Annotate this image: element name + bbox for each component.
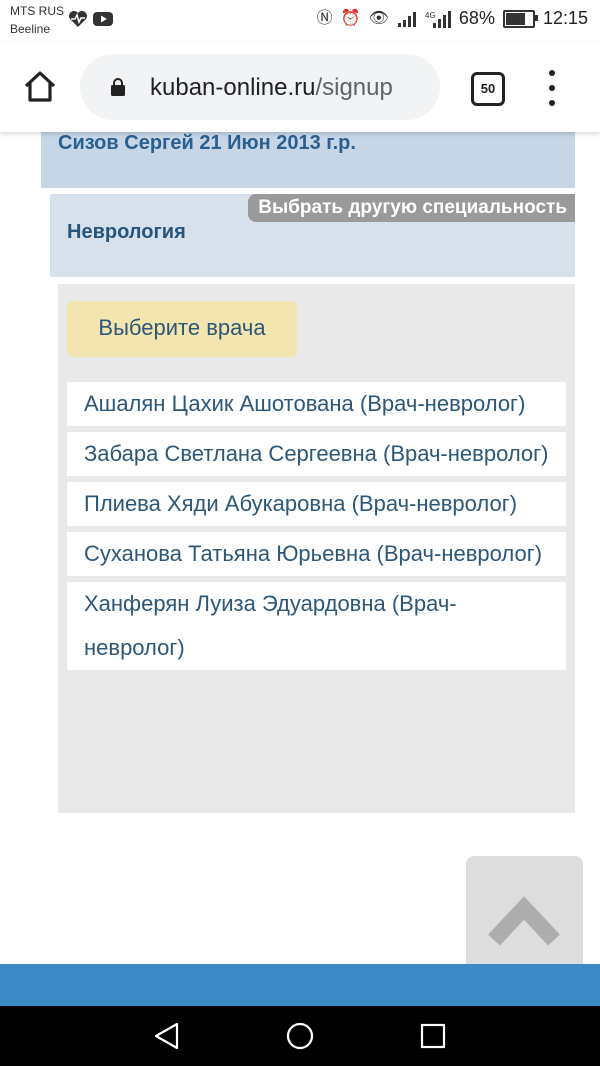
tab-switcher-button[interactable]: 50 (471, 72, 505, 106)
patient-name: Сизов Сергей 21 Июн 2013 г.р. (58, 132, 356, 154)
battery-icon (502, 9, 538, 28)
doctor-item[interactable]: Забара Светлана Сергеевна (Врач-невролог… (67, 432, 566, 476)
home-circle-icon[interactable] (284, 1020, 316, 1052)
page-footer (0, 964, 600, 1006)
doctor-list: Ашалян Цахик Ашотована (Врач-невролог) З… (67, 382, 566, 676)
url-path: /signup (315, 74, 393, 101)
address-bar[interactable]: kuban-online.ru/signup (80, 54, 440, 120)
heartbeat-icon (69, 11, 87, 27)
page-content: Сизов Сергей 21 Июн 2013 г.р. Неврология… (0, 132, 600, 1006)
nfc-icon: Ⓝ (316, 9, 333, 27)
browser-toolbar: kuban-online.ru/signup 50 (0, 42, 600, 132)
doctor-item[interactable]: Ханферян Луиза Эдуардовна (Врач-невролог… (67, 582, 566, 670)
url-domain: kuban-online.ru (150, 74, 316, 101)
back-icon[interactable] (151, 1020, 183, 1052)
choose-doctor-label: Выберите врача (67, 301, 297, 357)
status-bar: MTS RUS Beeline Ⓝ ⏰ 👁 4G 68% 12:15 (0, 0, 600, 42)
carrier-name-secondary: Beeline (10, 22, 51, 36)
lock-icon (111, 78, 125, 96)
svg-text:4G: 4G (425, 11, 436, 20)
patient-header: Сизов Сергей 21 Июн 2013 г.р. (41, 132, 575, 188)
doctor-item[interactable]: Суханова Татьяна Юрьевна (Врач-невролог) (67, 532, 566, 576)
clock: 12:15 (542, 8, 588, 28)
more-vert-icon[interactable] (546, 70, 558, 106)
alarm-icon: ⏰ (340, 9, 361, 27)
doctor-item[interactable]: Плиева Хяди Абукаровна (Врач-невролог) (67, 482, 566, 526)
change-specialty-button[interactable]: Выбрать другую специальность (248, 194, 575, 222)
system-nav-bar (0, 1006, 600, 1066)
carrier-name: MTS RUS (10, 4, 64, 18)
doctors-panel: Выберите врача Ашалян Цахик Ашотована (В… (58, 284, 575, 813)
recents-icon[interactable] (417, 1020, 449, 1052)
url-text[interactable]: kuban-online.ru/signup (150, 74, 393, 102)
youtube-icon (93, 12, 113, 26)
home-icon[interactable] (20, 66, 60, 106)
specialty-title: Неврология (67, 221, 186, 243)
signal-4g-icon: 4G (425, 10, 451, 28)
signal-icon (397, 11, 416, 27)
specialty-header: Неврология Выбрать другую специальность (50, 194, 575, 277)
eye-icon: 👁 (368, 9, 389, 27)
battery-percent: 68% (458, 8, 495, 28)
doctor-item[interactable]: Ашалян Цахик Ашотована (Врач-невролог) (67, 382, 566, 426)
